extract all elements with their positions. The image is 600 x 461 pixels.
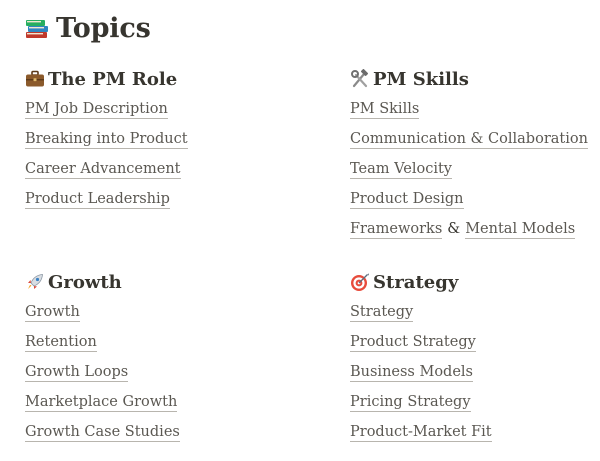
ampersand-separator: & xyxy=(447,221,461,237)
link-product-strategy[interactable]: Product Strategy xyxy=(350,334,476,352)
hammer-wrench-icon xyxy=(351,69,368,88)
section-header: The PM Role xyxy=(25,64,295,94)
link-growth[interactable]: Growth xyxy=(25,304,80,322)
link-mental-models[interactable]: Mental Models xyxy=(465,221,576,239)
link-communication-collaboration[interactable]: Communication & Collaboration xyxy=(350,131,588,149)
link-product-design[interactable]: Product Design xyxy=(350,191,464,209)
link-business-models[interactable]: Business Models xyxy=(350,364,474,382)
link-product-market-fit[interactable]: Product-Market Fit xyxy=(350,424,492,442)
page-title: Topics xyxy=(25,8,151,48)
section-title: Growth xyxy=(48,271,122,293)
link-career-advancement[interactable]: Career Advancement xyxy=(25,161,181,179)
link-growth-case-studies[interactable]: Growth Case Studies xyxy=(25,424,180,442)
section-title: The PM Role xyxy=(48,68,178,90)
link-strategy[interactable]: Strategy xyxy=(350,304,414,322)
target-icon xyxy=(351,273,369,291)
link-list: PM Job Description Breaking into Product… xyxy=(25,94,295,214)
rocket-icon xyxy=(28,274,43,289)
link-team-velocity[interactable]: Team Velocity xyxy=(350,161,452,179)
books-icon xyxy=(26,20,48,38)
page-title-text: Topics xyxy=(56,12,151,44)
link-pricing-strategy[interactable]: Pricing Strategy xyxy=(350,394,471,412)
section-growth: Growth Growth Retention Growth Loops Mar… xyxy=(25,267,295,447)
link-marketplace-growth[interactable]: Marketplace Growth xyxy=(25,394,178,412)
link-frameworks[interactable]: Frameworks xyxy=(350,221,443,239)
section-header: Strategy xyxy=(350,267,600,297)
link-breaking-into-product[interactable]: Breaking into Product xyxy=(25,131,188,149)
link-growth-loops[interactable]: Growth Loops xyxy=(25,364,129,382)
section-title: PM Skills xyxy=(373,68,469,90)
section-the-pm-role: The PM Role PM Job Description Breaking … xyxy=(25,64,295,214)
section-strategy: Strategy Strategy Product Strategy Busin… xyxy=(350,267,600,447)
link-list: Strategy Product Strategy Business Model… xyxy=(350,297,600,447)
section-pm-skills: PM Skills PM Skills Communication & Coll… xyxy=(350,64,600,244)
section-header: Growth xyxy=(25,267,295,297)
link-list: PM Skills Communication & Collaboration … xyxy=(350,94,600,244)
section-title: Strategy xyxy=(373,271,459,293)
link-product-leadership[interactable]: Product Leadership xyxy=(25,191,170,209)
link-list: Growth Retention Growth Loops Marketplac… xyxy=(25,297,295,447)
link-retention[interactable]: Retention xyxy=(25,334,97,352)
section-header: PM Skills xyxy=(350,64,600,94)
link-pm-job-description[interactable]: PM Job Description xyxy=(25,101,168,119)
briefcase-icon xyxy=(26,70,44,87)
link-pm-skills[interactable]: PM Skills xyxy=(350,101,420,119)
